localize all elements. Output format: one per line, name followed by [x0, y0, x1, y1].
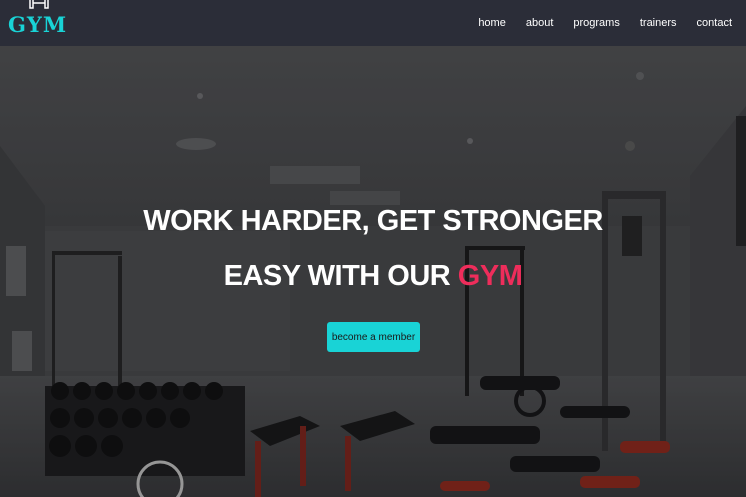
hero-headline-line2: EASY WITH OUR GYM [0, 260, 746, 293]
nav-link-about[interactable]: about [526, 17, 554, 29]
nav-link-contact[interactable]: contact [697, 17, 732, 29]
nav-link-trainers[interactable]: trainers [640, 17, 677, 29]
become-member-button[interactable]: become a member [327, 322, 420, 352]
brand-name: GYM [8, 12, 68, 37]
hero-headline-prefix: EASY WITH OUR [223, 260, 458, 292]
top-navbar: GYM home about programs trainers contact [0, 0, 746, 46]
nav-link-programs[interactable]: programs [573, 17, 619, 29]
dumbbell-icon [29, 0, 49, 9]
brand-logo[interactable]: GYM [8, 0, 68, 46]
hero-headline-accent: GYM [457, 260, 523, 292]
main-nav: home about programs trainers contact [478, 17, 732, 29]
hero-headline-line1: WORK HARDER, GET STRONGER [143, 205, 603, 237]
nav-link-home[interactable]: home [478, 17, 506, 29]
